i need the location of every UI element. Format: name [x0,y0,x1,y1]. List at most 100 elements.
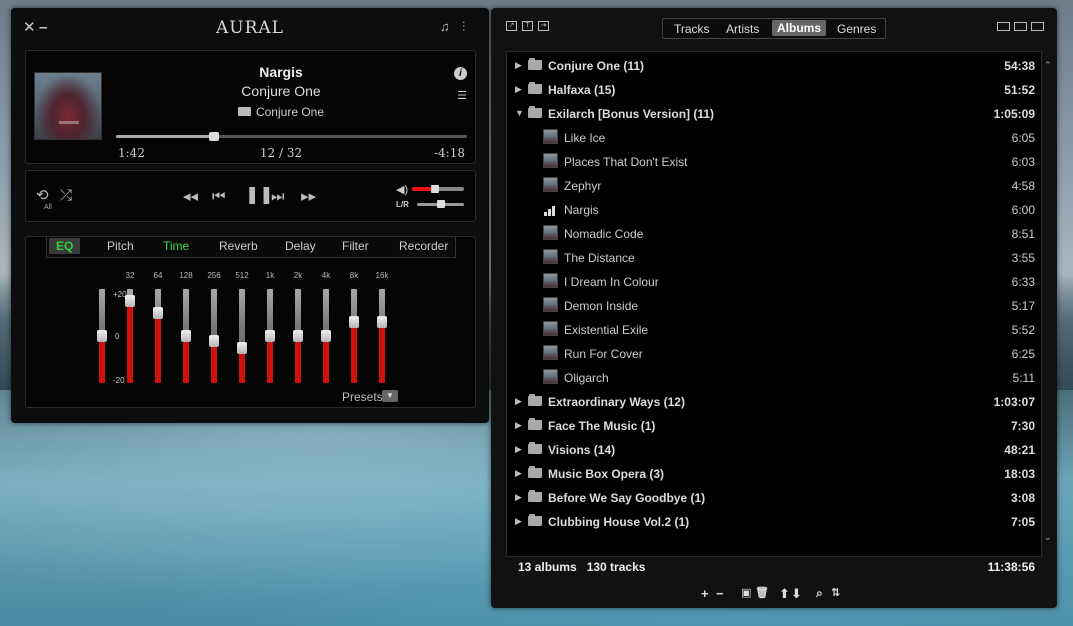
track-row[interactable]: Demon Inside 5:17 [507,293,1041,317]
move-up-icon[interactable]: ⬆ [779,586,790,602]
eq-slider-8k[interactable] [349,289,359,383]
tab-delay[interactable]: Delay [285,239,316,253]
seek-bar-handle[interactable] [209,132,220,141]
seek-bar[interactable] [116,132,467,141]
expand-arrow-icon[interactable]: ▶ [515,468,522,479]
add-folder-icon[interactable]: T [522,21,533,31]
tab-genres[interactable]: Genres [837,22,876,36]
track-duration: 6:05 [1011,131,1035,145]
shuffle-icon[interactable]: ⤮ [60,188,72,204]
sort-icon[interactable]: ⇅ [831,586,840,599]
presets-dropdown-button[interactable]: ▼ [382,390,398,402]
track-row[interactable]: Nomadic Code 8:51 [507,221,1041,245]
eq-slider-1k[interactable] [265,289,275,383]
collapse-arrow-icon[interactable]: ▼ [515,108,524,118]
next-track-icon[interactable]: ⏭ [271,189,285,205]
track-row[interactable]: The Distance 3:55 [507,245,1041,269]
queue-icon[interactable]: ☰ [457,89,467,102]
expand-arrow-icon[interactable]: ▶ [515,60,522,71]
eq-slider-handle[interactable] [125,294,135,307]
eq-slider-4k[interactable] [321,289,331,383]
remove-tracks-icon[interactable]: − [716,586,724,601]
layout-bottom-icon[interactable] [1014,22,1027,31]
tab-recorder[interactable]: Recorder [399,239,448,253]
track-row[interactable]: Oligarch 5:11 [507,365,1041,389]
album-tree-list[interactable]: ▶ Conjure One (11) 54:38 ▶ Halfaxa (15) 51:52… [506,51,1042,557]
album-row[interactable]: ▶ Face The Music (1) 7:30 [507,413,1041,437]
layout-left-icon[interactable] [997,22,1010,31]
move-down-icon[interactable]: ⬇ [791,586,802,602]
album-row[interactable]: ▶ Conjure One (11) 54:38 [507,53,1041,77]
import-icon[interactable]: ⇥ [538,21,549,31]
eq-slider-512[interactable] [237,289,247,383]
scroll-to-bottom-icon[interactable]: ⌄ [1044,532,1052,543]
eq-slider-16k[interactable] [377,289,387,383]
remaining-time[interactable]: -4:18 [434,146,465,160]
eq-slider-128[interactable] [181,289,191,383]
pause-icon[interactable]: ❚❚ [245,186,274,203]
tab-artists[interactable]: Artists [726,22,759,36]
eq-preamp-slider[interactable] [97,289,107,383]
eq-slider-256[interactable] [209,289,219,383]
eq-slider-handle[interactable] [293,330,303,342]
volume-slider[interactable] [412,185,464,193]
volume-icon[interactable]: ◀) [396,183,408,196]
tab-reverb[interactable]: Reverb [219,239,258,253]
eq-slider-handle[interactable] [153,306,163,319]
seek-forward-icon[interactable]: ▸▸ [301,189,316,205]
track-row[interactable]: Like Ice 6:05 [507,125,1041,149]
album-row[interactable]: ▶ Halfaxa (15) 51:52 [507,77,1041,101]
save-playlist-icon[interactable]: ▣ [741,586,751,599]
repeat-icon[interactable]: ⟲ [36,188,49,204]
clear-playlist-icon[interactable]: 🗑 [755,586,769,599]
eq-slider-32[interactable] [125,289,135,383]
scroll-to-top-icon[interactable]: ⌃ [1044,60,1052,71]
effects-toggle-icon[interactable]: ⫶ [462,19,465,35]
track-row[interactable]: Zephyr 4:58 [507,173,1041,197]
add-tracks-icon[interactable]: + [701,586,709,601]
balance-slider[interactable] [417,200,464,208]
volume-slider-handle[interactable] [431,185,440,193]
expand-arrow-icon[interactable]: ▶ [515,396,522,407]
eq-slider-64[interactable] [153,289,163,383]
eq-slider-handle[interactable] [377,315,387,328]
track-row[interactable]: I Dream In Colour 6:33 [507,269,1041,293]
album-row[interactable]: ▶ Visions (14) 48:21 [507,437,1041,461]
tab-time[interactable]: Time [163,239,189,253]
album-row[interactable]: ▶ Music Box Opera (3) 18:03 [507,461,1041,485]
seek-backward-icon[interactable]: ◂◂ [183,189,198,205]
eq-slider-handle[interactable] [349,315,359,328]
previous-track-icon[interactable]: ⏮ [212,189,226,205]
track-row[interactable]: Run For Cover 6:25 [507,341,1041,365]
expand-arrow-icon[interactable]: ▶ [515,516,522,527]
tab-filter[interactable]: Filter [342,239,369,253]
expand-arrow-icon[interactable]: ▶ [515,492,522,503]
track-row[interactable]: Existential Exile 5:52 [507,317,1041,341]
eq-slider-handle[interactable] [97,330,107,342]
album-row[interactable]: ▶ Before We Say Goodbye (1) 3:08 [507,485,1041,509]
playlist-toggle-icon[interactable]: ♫ [440,19,450,34]
balance-slider-handle[interactable] [436,200,445,208]
eq-slider-2k[interactable] [293,289,303,383]
add-file-icon[interactable]: ↗ [506,21,517,31]
album-row[interactable]: ▶ Extraordinary Ways (12) 1:03:07 [507,389,1041,413]
eq-slider-handle[interactable] [265,330,275,342]
eq-slider-handle[interactable] [209,334,219,347]
tab-pitch[interactable]: Pitch [107,239,134,253]
eq-slider-handle[interactable] [321,330,331,342]
search-icon[interactable]: ⌕ [816,586,823,601]
expand-arrow-icon[interactable]: ▶ [515,84,522,95]
info-icon[interactable]: i [454,67,467,80]
expand-arrow-icon[interactable]: ▶ [515,420,522,431]
album-row[interactable]: ▶ Clubbing House Vol.2 (1) 7:05 [507,509,1041,533]
tab-tracks[interactable]: Tracks [674,22,710,36]
eq-slider-handle[interactable] [237,341,247,354]
eq-slider-handle[interactable] [181,330,191,342]
tab-eq[interactable]: EQ [49,238,81,254]
track-row[interactable]: Places That Don't Exist 6:03 [507,149,1041,173]
tab-albums[interactable]: Albums [772,20,827,36]
layout-right-icon[interactable] [1031,22,1044,31]
expand-arrow-icon[interactable]: ▶ [515,444,522,455]
track-row[interactable]: Nargis 6:00 [507,197,1041,221]
album-row[interactable]: ▼ Exilarch [Bonus Version] (11) 1:05:09 [507,101,1041,125]
